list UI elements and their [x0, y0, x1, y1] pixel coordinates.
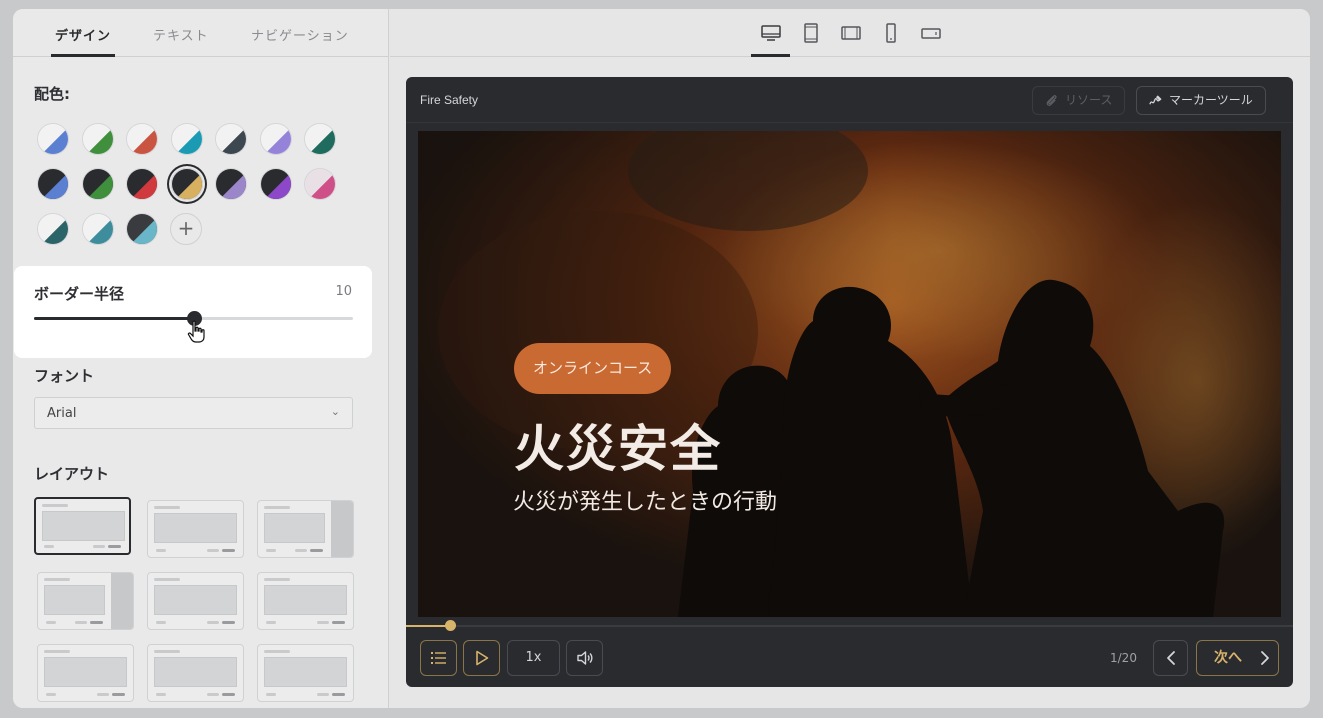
layout-option-8[interactable]: [147, 644, 244, 702]
tablet-portrait-icon[interactable]: [800, 23, 822, 43]
next-button[interactable]: 次へ: [1196, 640, 1279, 676]
color-swatch[interactable]: [215, 168, 247, 200]
border-radius-value: 10: [335, 284, 352, 299]
color-swatch[interactable]: [37, 123, 69, 155]
playback-speed-button[interactable]: 1x: [507, 640, 560, 676]
color-scheme-label: 配色:: [34, 85, 70, 103]
marker-icon: [1149, 95, 1162, 105]
progress-handle[interactable]: [445, 620, 457, 631]
course-player: Fire Safety リソース マーカーツール オンラインコース 火災安全 火…: [406, 77, 1293, 687]
hand-cursor-icon: [187, 320, 207, 350]
next-button-label: 次へ: [1214, 650, 1242, 666]
slide-subtitle: 火災が発生したときの行動: [513, 490, 778, 515]
resources-label: リソース: [1065, 93, 1113, 107]
design-panel: デザイン テキスト ナビゲーション 配色: + ボーダー半径 10 フォント A…: [13, 9, 389, 708]
color-swatch[interactable]: [126, 123, 158, 155]
progress-bar[interactable]: [406, 620, 1293, 631]
player-header: Fire Safety リソース マーカーツール: [406, 77, 1293, 123]
menu-button[interactable]: [420, 640, 457, 676]
tab-navigation[interactable]: ナビゲーション: [251, 25, 349, 44]
phone-landscape-icon[interactable]: [920, 23, 942, 43]
slide-stage: オンラインコース 火災安全 火災が発生したときの行動: [418, 131, 1281, 617]
course-title: Fire Safety: [420, 93, 479, 107]
border-radius-label: ボーダー半径: [34, 285, 125, 303]
panel-tabs: デザイン テキスト ナビゲーション: [13, 9, 388, 57]
add-color-button[interactable]: +: [170, 213, 202, 245]
color-swatch[interactable]: [37, 168, 69, 200]
color-swatch[interactable]: [215, 123, 247, 155]
layout-option-2[interactable]: [147, 500, 244, 558]
layout-option-6[interactable]: [257, 572, 354, 630]
desktop-icon[interactable]: [760, 23, 782, 43]
layout-option-1[interactable]: [34, 497, 131, 555]
color-swatch[interactable]: [81, 123, 114, 155]
phone-portrait-icon[interactable]: [880, 23, 902, 43]
font-label: フォント: [34, 367, 95, 385]
active-tab-indicator: [51, 54, 115, 57]
slide-title: 火災安全: [514, 420, 722, 478]
slide-counter: 1/20: [1110, 651, 1137, 665]
chevron-down-icon: ⌄: [330, 405, 340, 418]
color-swatch[interactable]: [170, 123, 203, 155]
list-icon: [430, 652, 446, 664]
border-radius-card: ボーダー半径 10: [14, 266, 372, 358]
volume-button[interactable]: [566, 640, 603, 676]
previous-button[interactable]: [1153, 640, 1188, 676]
marker-tool-button[interactable]: マーカーツール: [1136, 86, 1266, 115]
chevron-right-icon: [1261, 651, 1269, 665]
color-swatch[interactable]: [259, 168, 292, 200]
play-icon: [475, 650, 488, 666]
resources-button[interactable]: リソース: [1032, 86, 1126, 115]
app-window: デザイン テキスト ナビゲーション 配色: + ボーダー半径 10 フォント A…: [13, 9, 1310, 708]
color-swatch[interactable]: [126, 168, 158, 200]
course-type-badge: オンラインコース: [514, 343, 672, 394]
speaker-icon: [576, 651, 592, 665]
layout-option-4[interactable]: [37, 572, 134, 630]
device-preview-bar: [390, 9, 1310, 57]
color-swatch[interactable]: [126, 213, 158, 245]
tab-text[interactable]: テキスト: [153, 25, 209, 44]
color-swatch[interactable]: [37, 213, 69, 245]
layout-option-3[interactable]: [257, 500, 354, 558]
active-device-indicator: [751, 54, 790, 57]
play-button[interactable]: [463, 640, 500, 676]
color-swatch[interactable]: [170, 168, 203, 200]
layout-label: レイアウト: [34, 465, 110, 483]
progress-fill: [406, 625, 451, 627]
font-select-value: Arial: [47, 406, 77, 421]
color-swatch[interactable]: [304, 123, 336, 155]
font-select[interactable]: Arial ⌄: [34, 397, 353, 429]
layout-option-9[interactable]: [257, 644, 354, 702]
chevron-left-icon: [1166, 651, 1175, 665]
paperclip-icon: [1046, 95, 1057, 106]
layout-option-5[interactable]: [147, 572, 244, 630]
marker-tool-label: マーカーツール: [1169, 93, 1253, 107]
slider-fill: [34, 317, 194, 320]
layout-option-7[interactable]: [37, 644, 134, 702]
color-swatch[interactable]: [304, 168, 336, 200]
color-swatch[interactable]: [81, 168, 114, 200]
color-swatch[interactable]: [259, 123, 292, 155]
tab-design[interactable]: デザイン: [55, 25, 111, 44]
tablet-landscape-icon[interactable]: [840, 23, 862, 43]
color-swatch[interactable]: [81, 213, 114, 245]
